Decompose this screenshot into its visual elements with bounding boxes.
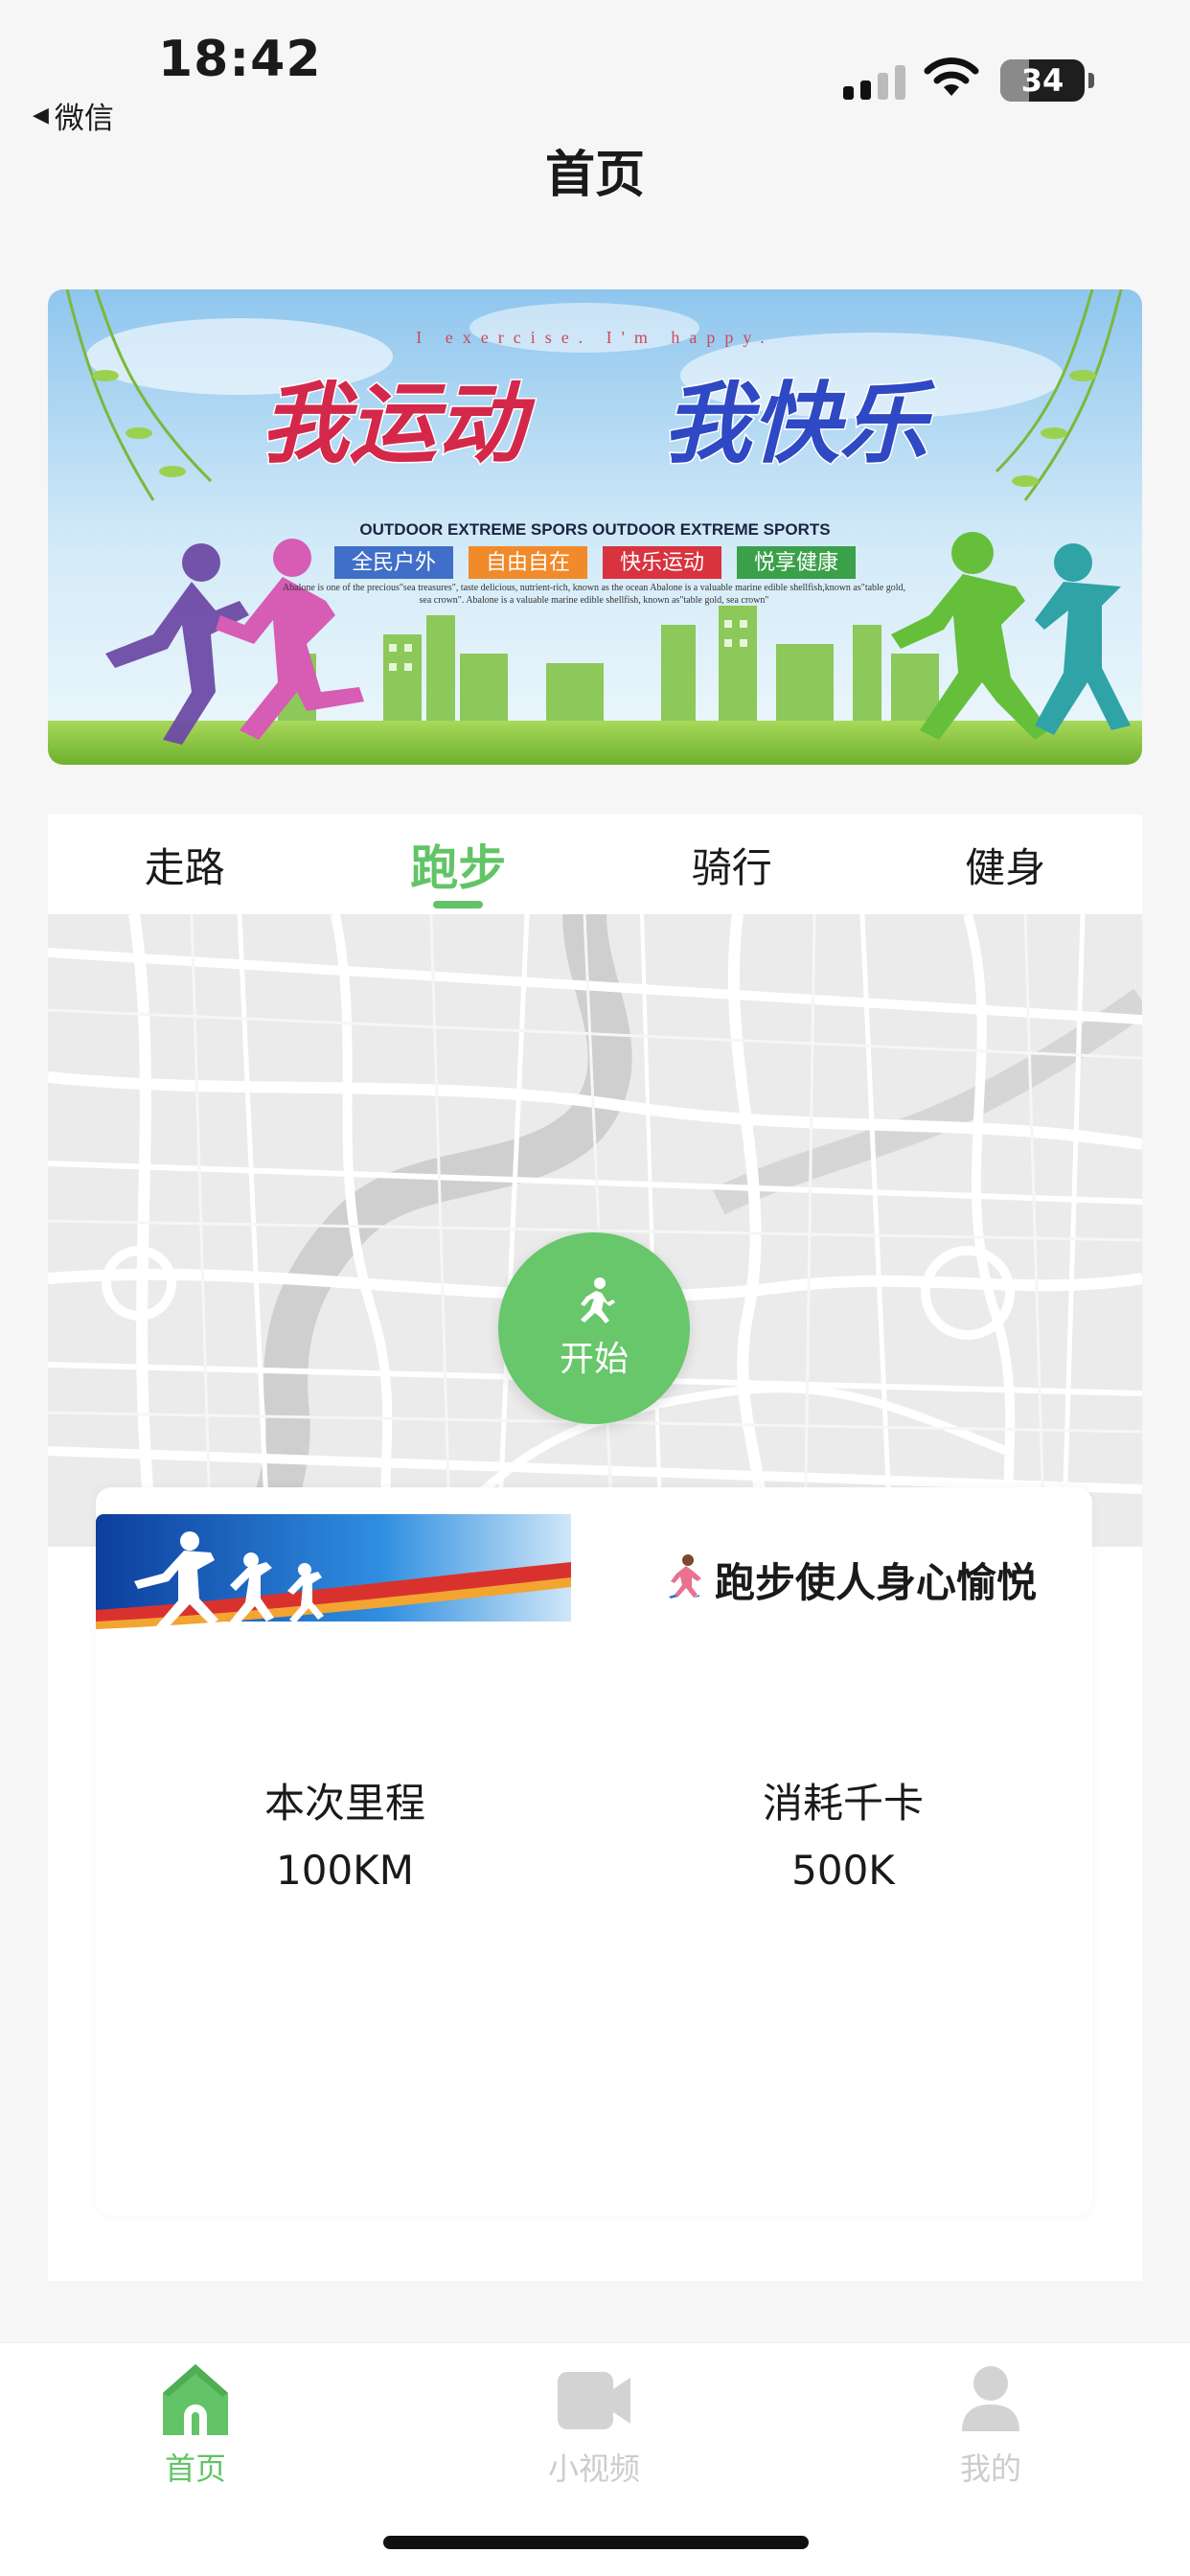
calories-label: 消耗千卡 bbox=[762, 1780, 924, 1827]
home-indicator[interactable] bbox=[383, 2536, 809, 2549]
start-button-label: 开始 bbox=[559, 1340, 629, 1379]
run-stats-card: 跑步使人身心愉悦 本次里程 100KM 消耗千卡 500K bbox=[96, 1487, 1092, 2216]
nav-short-video[interactable]: 小视频 bbox=[498, 2360, 690, 2489]
wifi-icon bbox=[924, 58, 979, 96]
calories-stat: 消耗千卡 500K bbox=[690, 1771, 996, 1894]
nav-home-label: 首页 bbox=[164, 2450, 226, 2487]
banner-tagline: I exercise. I'm happy. bbox=[416, 328, 774, 347]
distance-value: 100KM bbox=[276, 1847, 414, 1894]
status-time: 18:42 bbox=[158, 31, 322, 88]
page-title: 首页 bbox=[544, 147, 645, 204]
card-title-text: 跑步使人身心愉悦 bbox=[715, 1559, 1038, 1606]
card-title: 跑步使人身心愉悦 bbox=[661, 1551, 1037, 1609]
distance-label: 本次里程 bbox=[263, 1780, 425, 1827]
back-app-label: 微信 bbox=[54, 102, 114, 136]
sports-banner[interactable]: I exercise. I'm happy. 我运动 我快乐 OUTDOOR E… bbox=[48, 289, 1142, 765]
tab-cycle-label: 骑行 bbox=[691, 843, 772, 891]
running-icon bbox=[581, 1277, 615, 1323]
activity-tabs: 走路 跑步 骑行 健身 bbox=[48, 815, 1142, 914]
banner-tag: 悦享健康 bbox=[754, 551, 838, 575]
banner-illustration: I exercise. I'm happy. 我运动 我快乐 OUTDOOR E… bbox=[48, 289, 1142, 765]
battery-icon: 34 bbox=[1000, 59, 1094, 102]
calories-value: 500K bbox=[791, 1847, 895, 1894]
banner-headline-right: 我快乐 bbox=[663, 373, 936, 475]
active-tab-underline bbox=[433, 901, 484, 908]
map-background bbox=[48, 914, 1142, 1547]
tab-run[interactable]: 跑步 bbox=[322, 815, 596, 914]
banner-subline: OUTDOOR EXTREME SPORS OUTDOOR EXTREME SP… bbox=[359, 520, 830, 539]
tab-run-label: 跑步 bbox=[410, 840, 507, 896]
start-run-button[interactable]: 开始 bbox=[498, 1232, 690, 1424]
route-map[interactable] bbox=[48, 914, 1142, 1547]
home-icon bbox=[163, 2364, 228, 2435]
tab-walk-label: 走路 bbox=[144, 843, 225, 891]
user-icon bbox=[962, 2366, 1019, 2431]
banner-tag: 快乐运动 bbox=[620, 551, 704, 575]
cellular-signal-icon bbox=[843, 61, 905, 100]
nav-mine-label: 我的 bbox=[959, 2450, 1021, 2487]
running-athletes-image bbox=[96, 1514, 571, 1683]
banner-tag: 全民户外 bbox=[352, 551, 436, 575]
tab-fitness-label: 健身 bbox=[965, 843, 1046, 891]
back-triangle-icon: ◀ bbox=[33, 104, 49, 127]
tab-cycle[interactable]: 骑行 bbox=[595, 815, 869, 914]
runner-emoji-icon bbox=[661, 1552, 707, 1608]
app-screen: 18:42 ◀ 微信 34 首页 I exercise. I'm happy. … bbox=[0, 0, 1190, 2576]
battery-level: 34 bbox=[1020, 62, 1064, 99]
nav-mine[interactable]: 我的 bbox=[895, 2360, 1087, 2489]
tab-fitness[interactable]: 健身 bbox=[869, 815, 1143, 914]
banner-tag: 自由自在 bbox=[486, 551, 570, 575]
nav-home[interactable]: 首页 bbox=[100, 2360, 291, 2489]
back-to-app-link[interactable]: ◀ 微信 bbox=[33, 94, 114, 137]
nav-short-video-label: 小视频 bbox=[547, 2450, 640, 2487]
banner-headline-left: 我运动 bbox=[261, 373, 536, 475]
video-camera-icon bbox=[558, 2372, 630, 2429]
distance-stat: 本次里程 100KM bbox=[192, 1771, 498, 1894]
banner-blurb: Abalone is one of the precious"sea treas… bbox=[282, 583, 906, 606]
tab-walk[interactable]: 走路 bbox=[48, 815, 322, 914]
